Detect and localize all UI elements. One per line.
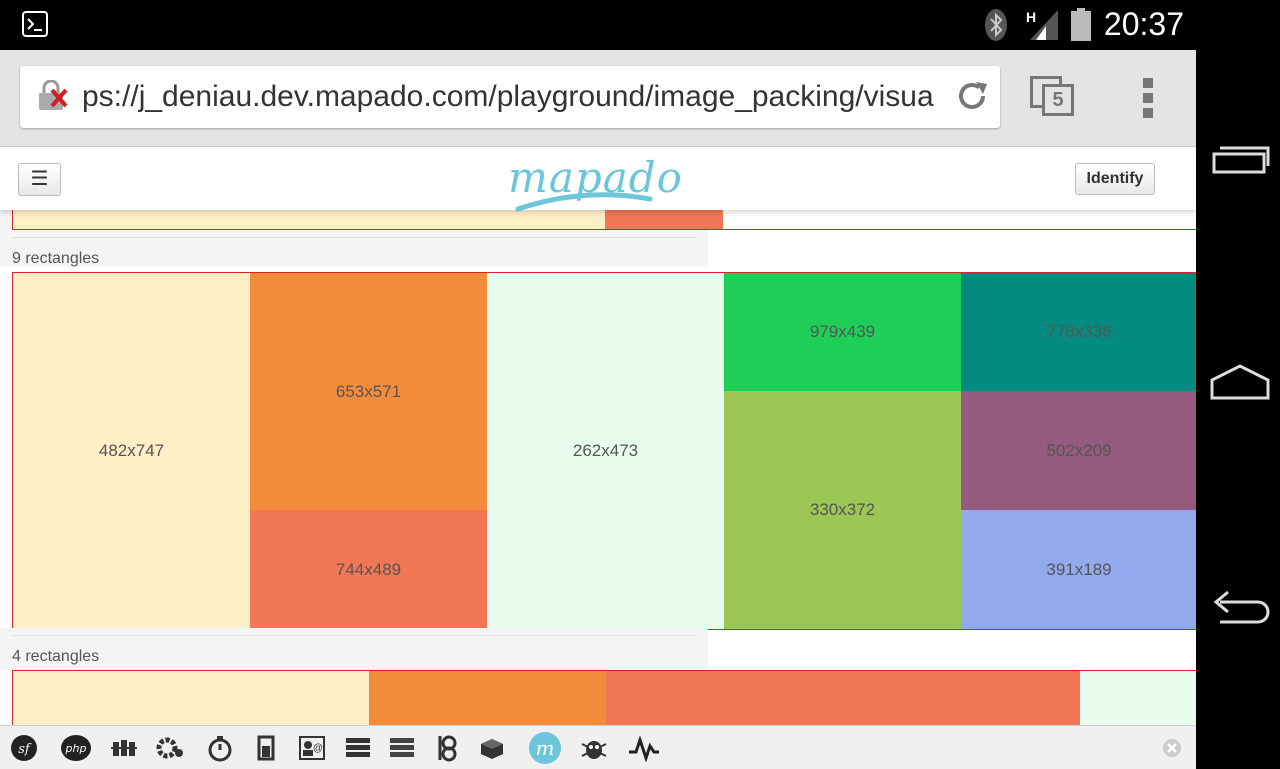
packed-rectangle: 502x209: [961, 391, 1196, 510]
tabs-icon[interactable]: 5: [1028, 74, 1074, 120]
packed-rectangle: 979x439: [724, 273, 961, 391]
rectangle-label: 778x336: [1046, 322, 1112, 341]
bluetooth-icon: [985, 9, 1007, 41]
browser-toolbar: ps://j_deniau.dev.mapado.com/playground/…: [0, 50, 1196, 147]
security-icon[interactable]: [580, 734, 608, 762]
recents-icon[interactable]: [1212, 144, 1270, 176]
packed-rectangle: 391x189: [961, 510, 1196, 629]
php-icon[interactable]: php: [60, 734, 92, 762]
packed-rectangle: 482x747: [13, 273, 250, 629]
user-icon[interactable]: @: [298, 734, 326, 762]
debug-toolbar: sf php @ m: [0, 725, 1196, 769]
url-text[interactable]: ps://j_deniau.dev.mapado.com/playground/…: [82, 76, 940, 118]
logs-icon[interactable]: [344, 734, 372, 762]
events-icon[interactable]: [388, 734, 416, 762]
reload-icon[interactable]: [954, 78, 990, 114]
rectangle-label: 744x489: [335, 559, 402, 579]
section-label: 9 rectangles: [12, 250, 100, 267]
packed-rectangle: 330x372: [724, 391, 961, 629]
tab-count[interactable]: 5: [1042, 84, 1074, 116]
rectangle-label: 262x473: [572, 441, 639, 460]
packed-rectangle: [1080, 671, 1196, 725]
status-bar: H 20:37: [0, 0, 1196, 50]
memory-icon[interactable]: [252, 734, 280, 762]
identify-button[interactable]: Identify: [1075, 163, 1155, 195]
divider: [12, 635, 696, 636]
signal-icon: H: [1026, 9, 1058, 40]
section-label: 4 rectangles: [12, 648, 100, 665]
config-icon[interactable]: [156, 734, 184, 762]
insecure-lock-icon[interactable]: [36, 80, 70, 112]
packed-rectangle: [13, 671, 369, 725]
packing-area: [12, 670, 1196, 725]
address-bar[interactable]: ps://j_deniau.dev.mapado.com/playground/…: [20, 66, 1000, 128]
packed-rectangle: 653x571: [250, 273, 487, 510]
mapado-icon[interactable]: m: [528, 731, 562, 765]
rectangle-label: 391x189: [1046, 559, 1112, 579]
performance-icon[interactable]: [628, 734, 660, 762]
network-type-label: H: [1026, 9, 1036, 25]
packed-rectangle: [606, 671, 1080, 725]
request-icon[interactable]: [110, 734, 138, 762]
android-navigation-bar: [1196, 0, 1280, 768]
packed-rectangle: 262x473: [487, 273, 724, 629]
rectangle-label: 330x372: [809, 500, 876, 519]
database-icon[interactable]: [478, 734, 506, 762]
packed-rectangle: [369, 671, 606, 725]
logo-swoosh: [515, 192, 653, 212]
web-page: 9 rectangles 482x747 653x571 744x489 262…: [0, 147, 1196, 725]
packed-rectangle: 744x489: [250, 510, 487, 629]
svg-text:m: m: [536, 736, 555, 760]
hamburger-menu-button[interactable]: ☰: [18, 163, 61, 196]
battery-icon: [1071, 8, 1091, 41]
overflow-menu-icon[interactable]: [1138, 76, 1158, 120]
back-icon[interactable]: [1208, 586, 1272, 628]
rectangle-label: 502x209: [1046, 440, 1112, 460]
rectangle-label: 653x571: [335, 381, 402, 401]
clock: 20:37: [1103, 6, 1184, 42]
timer-icon[interactable]: [206, 734, 234, 762]
rectangle-label: 979x439: [809, 322, 876, 341]
packed-rectangle: 778x336: [961, 273, 1196, 391]
svg-text:@: @: [313, 743, 323, 754]
divider: [12, 237, 696, 238]
home-icon[interactable]: [1210, 364, 1270, 400]
terminal-icon[interactable]: [22, 11, 48, 37]
twig-icon[interactable]: [434, 734, 462, 762]
svg-text:php: php: [65, 742, 87, 755]
packing-area: 482x747 653x571 744x489 262x473 979x439 …: [12, 272, 1196, 630]
hamburger-icon: ☰: [30, 168, 49, 190]
rectangle-label: 482x747: [98, 441, 165, 460]
symfony-icon[interactable]: sf: [10, 734, 38, 762]
site-header: ☰ mapado Identify: [0, 147, 1196, 212]
close-toolbar-icon[interactable]: [1162, 738, 1182, 758]
